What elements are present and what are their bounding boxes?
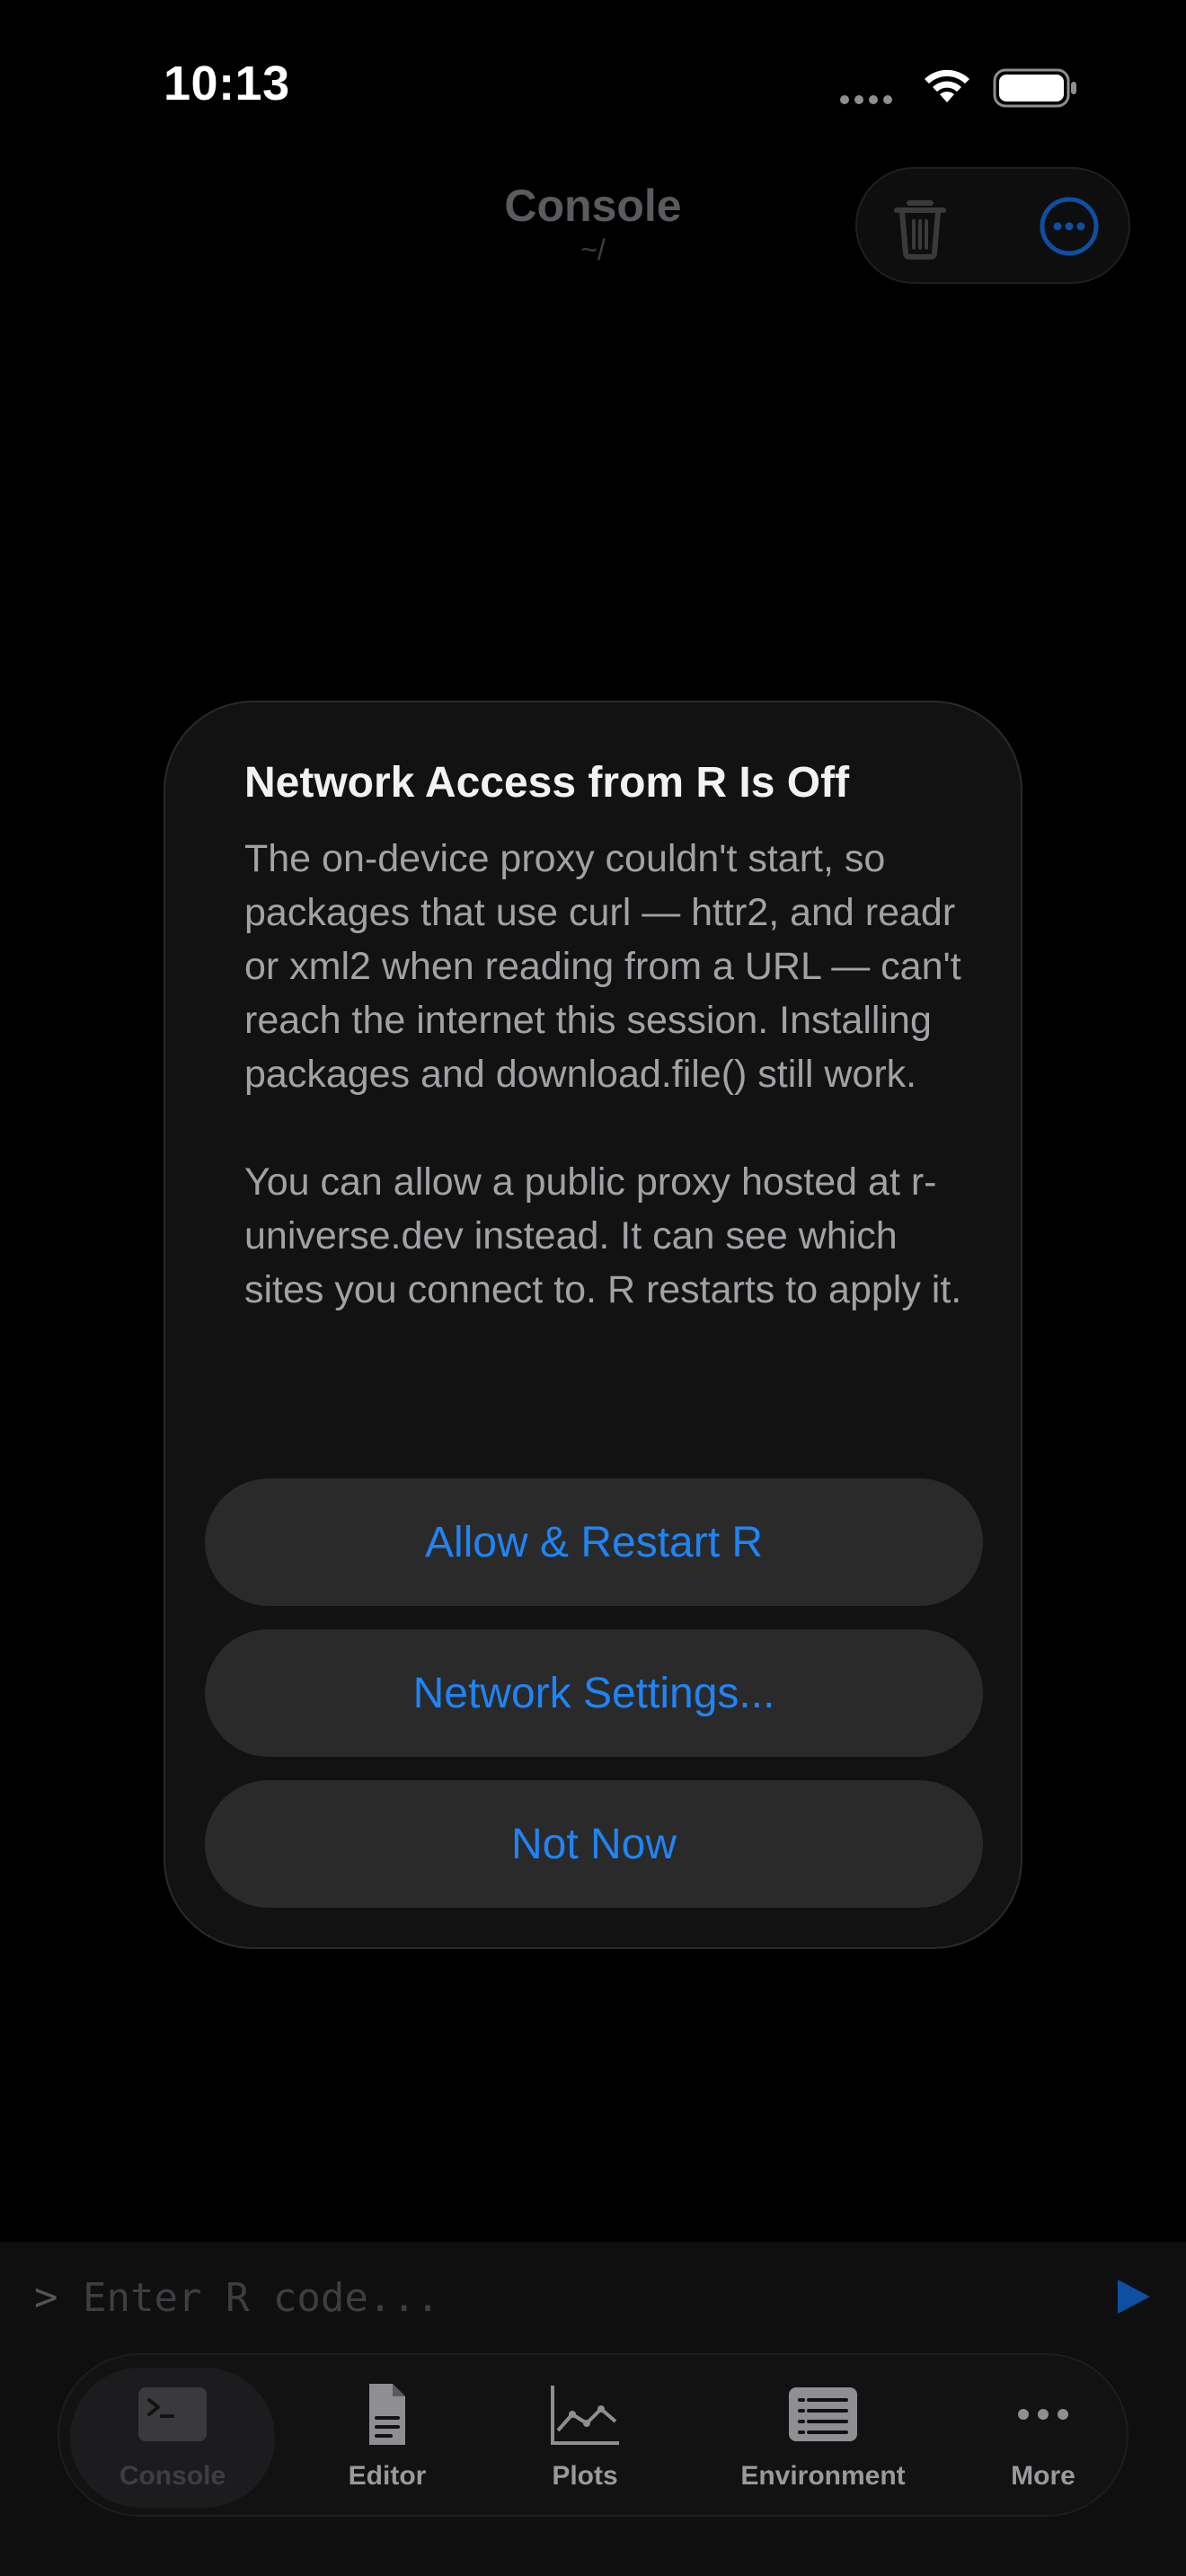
tab-label: Environment: [740, 2461, 906, 2491]
tab-label: Console: [119, 2461, 226, 2491]
tab-more[interactable]: More: [976, 2355, 1111, 2519]
dialog-message-paragraph-2: You can allow a public proxy hosted at r…: [244, 1160, 962, 1311]
network-settings-button[interactable]: Network Settings...: [205, 1629, 983, 1757]
tab-label: More: [1011, 2461, 1075, 2491]
status-time: 10:13: [164, 57, 290, 110]
dialog-message: The on-device proxy couldn't start, so p…: [244, 832, 963, 1317]
tab-label: Editor: [348, 2461, 427, 2491]
dialog-message-paragraph-1: The on-device proxy couldn't start, so p…: [244, 837, 961, 1096]
tab-editor[interactable]: Editor: [320, 2355, 455, 2519]
network-access-dialog: Network Access from R Is Off The on-devi…: [164, 701, 1022, 1949]
list-icon: [789, 2387, 857, 2441]
cellular-signal-icon: [840, 93, 898, 109]
dialog-title: Network Access from R Is Off: [244, 759, 850, 807]
more-options-icon[interactable]: [1033, 190, 1105, 262]
not-now-button[interactable]: Not Now: [205, 1780, 983, 1908]
document-icon: [369, 2384, 405, 2445]
page-title: Console: [504, 181, 682, 231]
battery-icon: [993, 68, 1076, 108]
tab-label: Plots: [552, 2461, 618, 2491]
tab-bar: Console Editor Plots Environment More: [58, 2353, 1128, 2517]
navigation-title: Console ~/: [413, 180, 773, 267]
trash-icon[interactable]: [884, 190, 956, 262]
tab-plots[interactable]: Plots: [518, 2355, 652, 2519]
working-directory: ~/: [580, 234, 606, 266]
console-prompt: >: [34, 2274, 58, 2320]
allow-restart-button[interactable]: Allow & Restart R: [205, 1478, 983, 1606]
line-chart-icon: [551, 2386, 619, 2445]
ellipsis-icon: [1018, 2409, 1068, 2420]
wifi-icon: [925, 69, 969, 102]
toolbar: [855, 167, 1130, 284]
terminal-icon: [138, 2387, 207, 2441]
run-icon[interactable]: [1111, 2274, 1155, 2319]
tab-environment[interactable]: Environment: [688, 2355, 958, 2519]
r-code-input[interactable]: [81, 2265, 1055, 2330]
status-bar: 10:13: [0, 0, 1186, 171]
tab-console[interactable]: Console: [70, 2355, 275, 2519]
